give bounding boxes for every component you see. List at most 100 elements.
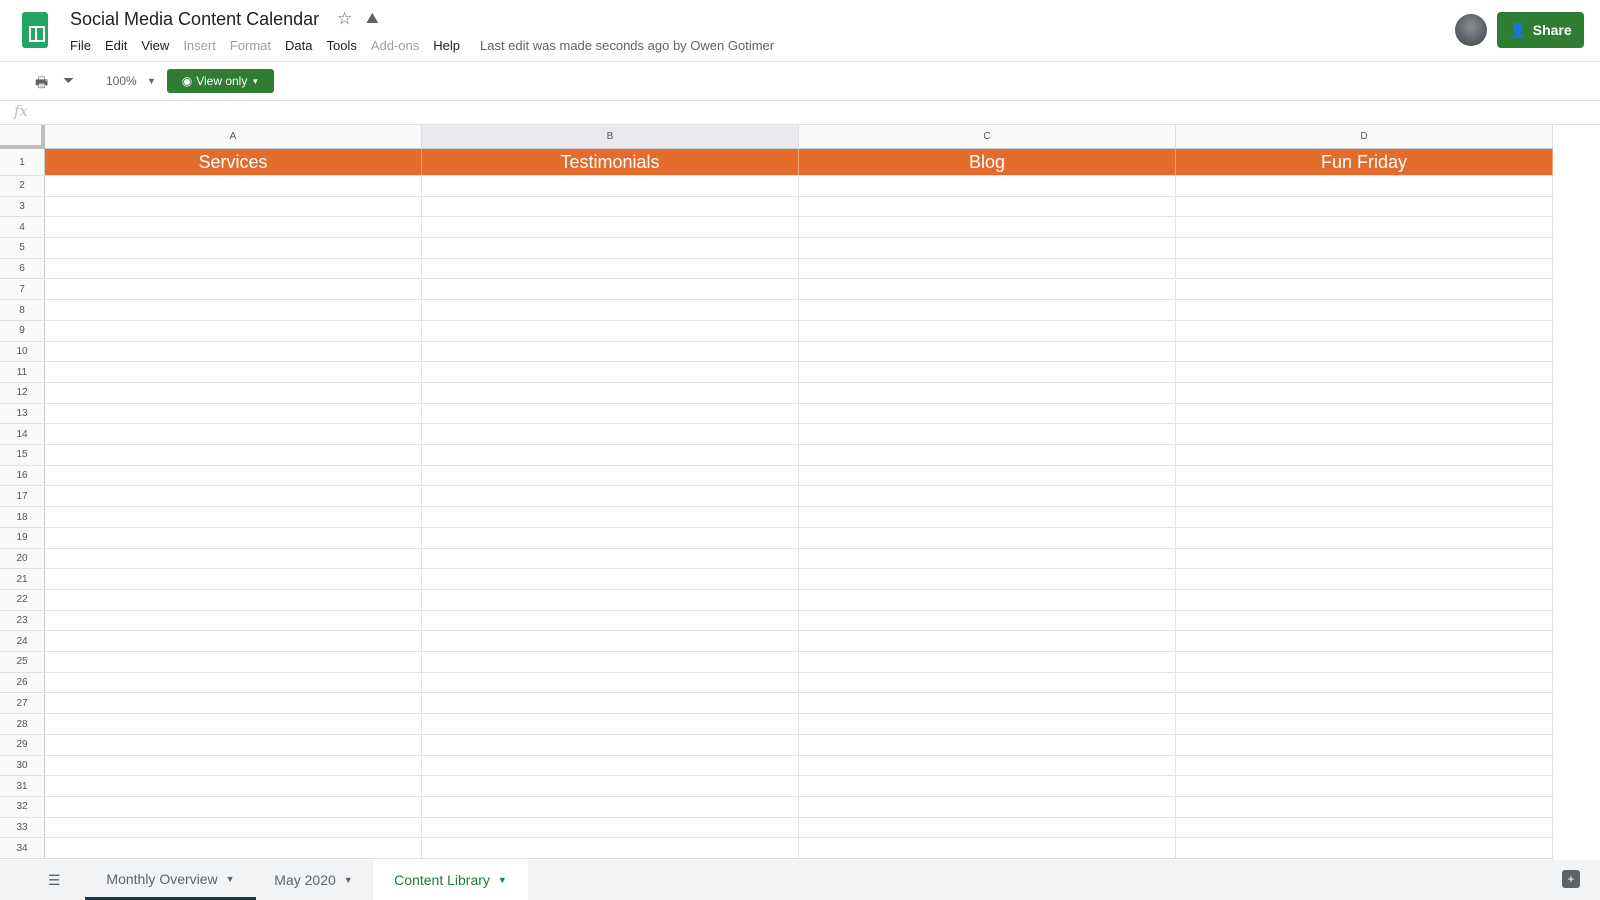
- row-header[interactable]: 10: [0, 341, 45, 362]
- cell[interactable]: [799, 631, 1176, 652]
- cell[interactable]: [422, 279, 799, 300]
- row-header[interactable]: 22: [0, 590, 45, 610]
- cell[interactable]: [1176, 590, 1553, 610]
- cell[interactable]: [45, 196, 422, 217]
- cell[interactable]: [1176, 569, 1553, 589]
- drive-icon[interactable]: ⛰: [366, 10, 379, 27]
- cell[interactable]: [1176, 507, 1553, 527]
- cell[interactable]: [799, 362, 1176, 382]
- sheet-tab-may-2020[interactable]: May 2020 ▼: [256, 860, 371, 900]
- cell[interactable]: [1176, 300, 1553, 320]
- cell[interactable]: [1176, 652, 1553, 672]
- menu-file[interactable]: File: [70, 38, 91, 53]
- cell[interactable]: [45, 300, 422, 320]
- cell[interactable]: [799, 300, 1176, 320]
- cell[interactable]: [45, 734, 422, 755]
- cell[interactable]: [422, 424, 799, 445]
- row-header[interactable]: 14: [0, 424, 45, 445]
- cell[interactable]: [45, 714, 422, 734]
- view-only-button[interactable]: ◉ View only ▼: [167, 69, 274, 93]
- cell[interactable]: [422, 631, 799, 652]
- row-header[interactable]: 16: [0, 465, 45, 486]
- cell[interactable]: [422, 196, 799, 217]
- cell[interactable]: [422, 672, 799, 693]
- cell[interactable]: [799, 403, 1176, 424]
- cell[interactable]: [422, 465, 799, 486]
- cell[interactable]: [422, 527, 799, 548]
- row-header[interactable]: 34: [0, 838, 45, 859]
- row-header[interactable]: 24: [0, 631, 45, 652]
- cell[interactable]: [1176, 693, 1553, 714]
- cell[interactable]: [45, 238, 422, 258]
- cell[interactable]: [1176, 548, 1553, 569]
- column-header-a[interactable]: A: [45, 125, 422, 149]
- formula-bar[interactable]: fx: [0, 101, 1600, 125]
- cell[interactable]: [1176, 320, 1553, 341]
- cell[interactable]: [1176, 424, 1553, 445]
- cell[interactable]: [1176, 776, 1553, 796]
- cell[interactable]: [45, 797, 422, 817]
- cell[interactable]: [422, 755, 799, 776]
- menu-tools[interactable]: Tools: [326, 38, 356, 53]
- row-header[interactable]: 18: [0, 507, 45, 527]
- cell[interactable]: [45, 590, 422, 610]
- cell[interactable]: [45, 486, 422, 507]
- cell[interactable]: [422, 258, 799, 279]
- cell[interactable]: [422, 300, 799, 320]
- cell[interactable]: [422, 569, 799, 589]
- cell[interactable]: [45, 631, 422, 652]
- menu-view[interactable]: View: [141, 38, 169, 53]
- cell[interactable]: [1176, 383, 1553, 403]
- cell[interactable]: [45, 362, 422, 382]
- cell[interactable]: [45, 507, 422, 527]
- sheet-tab-content-library[interactable]: Content Library ▼: [373, 860, 528, 900]
- cell[interactable]: [45, 176, 422, 196]
- cell[interactable]: [422, 238, 799, 258]
- cell[interactable]: [422, 176, 799, 196]
- cell[interactable]: [799, 610, 1176, 631]
- cell[interactable]: [45, 527, 422, 548]
- cell[interactable]: [799, 465, 1176, 486]
- row-header[interactable]: 12: [0, 383, 45, 403]
- cell[interactable]: [799, 569, 1176, 589]
- cell[interactable]: [799, 714, 1176, 734]
- cell[interactable]: [799, 527, 1176, 548]
- cell[interactable]: [1176, 672, 1553, 693]
- cell[interactable]: [799, 445, 1176, 465]
- cell[interactable]: [799, 755, 1176, 776]
- cell[interactable]: [45, 817, 422, 838]
- cell[interactable]: [422, 548, 799, 569]
- row-header[interactable]: 8: [0, 300, 45, 320]
- cell[interactable]: [799, 176, 1176, 196]
- row-header[interactable]: 28: [0, 714, 45, 734]
- row-header[interactable]: 26: [0, 672, 45, 693]
- cell[interactable]: [422, 838, 799, 859]
- cell[interactable]: [422, 217, 799, 238]
- share-button[interactable]: 👤 Share: [1497, 12, 1584, 48]
- column-header-c[interactable]: C: [799, 125, 1176, 149]
- cell[interactable]: [1176, 486, 1553, 507]
- zoom-chevron-down-icon[interactable]: ▼: [147, 76, 156, 86]
- row-header[interactable]: 11: [0, 362, 45, 382]
- cell[interactable]: [422, 383, 799, 403]
- cell[interactable]: [45, 445, 422, 465]
- cell[interactable]: [45, 755, 422, 776]
- avatar[interactable]: [1455, 14, 1487, 46]
- cell[interactable]: [1176, 217, 1553, 238]
- cell[interactable]: [799, 320, 1176, 341]
- last-edit-link[interactable]: Last edit was made seconds ago by Owen G…: [480, 38, 774, 53]
- cell[interactable]: [45, 424, 422, 445]
- cell[interactable]: [45, 217, 422, 238]
- cell[interactable]: [422, 507, 799, 527]
- row-header[interactable]: 1: [0, 149, 45, 175]
- cell[interactable]: [1176, 176, 1553, 196]
- cell[interactable]: Services: [45, 149, 422, 175]
- row-header[interactable]: 31: [0, 776, 45, 796]
- cell[interactable]: [1176, 817, 1553, 838]
- row-header[interactable]: 2: [0, 176, 45, 196]
- cell[interactable]: [799, 693, 1176, 714]
- cell[interactable]: [422, 486, 799, 507]
- cell[interactable]: [45, 610, 422, 631]
- document-title[interactable]: Social Media Content Calendar: [70, 9, 319, 30]
- cell[interactable]: [799, 238, 1176, 258]
